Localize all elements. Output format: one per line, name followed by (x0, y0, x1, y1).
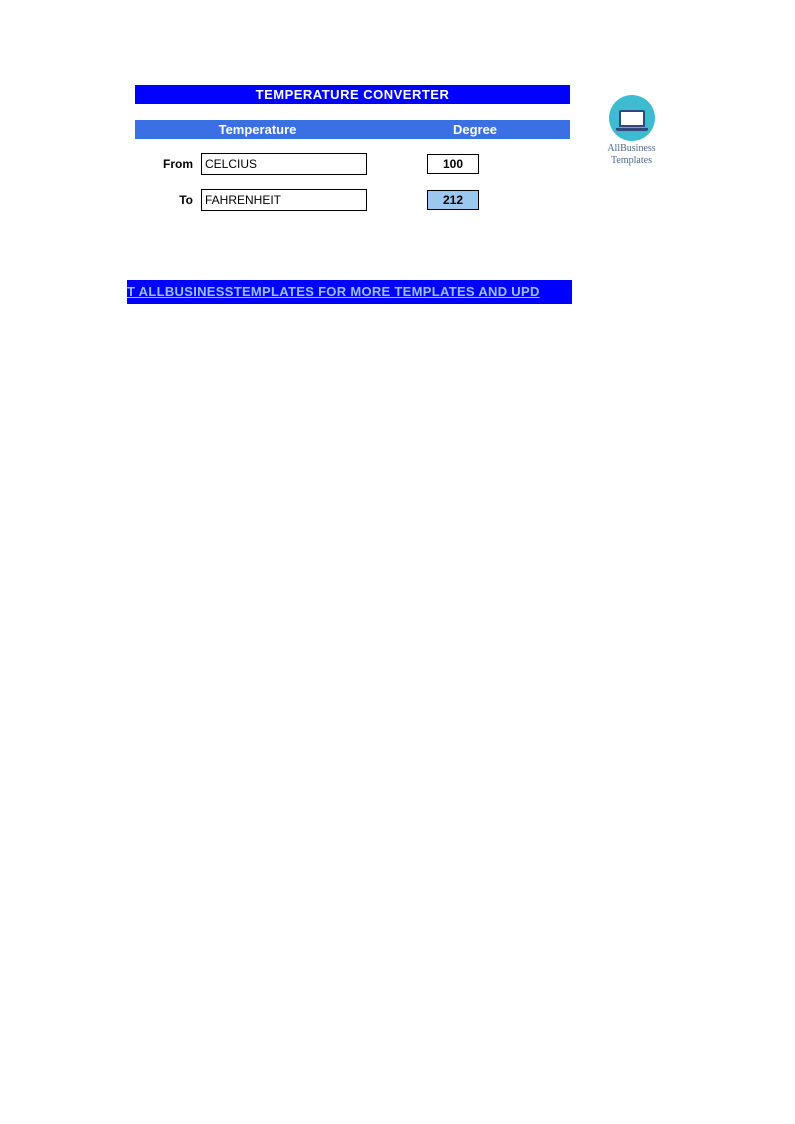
to-value-text: 212 (443, 193, 463, 207)
from-value-text: 100 (443, 157, 463, 171)
to-unit-input[interactable]: FAHRENHEIT (201, 189, 367, 211)
from-unit-input[interactable]: CELCIUS (201, 153, 367, 175)
to-value-output: 212 (427, 190, 479, 210)
logo-icon (609, 95, 655, 141)
converter-panel: TEMPERATURE CONVERTER Temperature Degree… (135, 85, 570, 211)
from-row: From CELCIUS 100 (135, 153, 570, 175)
logo-text: AllBusiness Templates (594, 143, 669, 166)
logo-line2: Templates (611, 155, 652, 166)
to-unit-text: FAHRENHEIT (205, 193, 281, 207)
title-bar: TEMPERATURE CONVERTER (135, 85, 570, 104)
footer-bar: T ALLBUSINESSTEMPLATES FOR MORE TEMPLATE… (127, 280, 572, 304)
logo-area[interactable]: AllBusiness Templates (594, 95, 669, 166)
header-degree: Degree (380, 122, 570, 137)
from-value-input[interactable]: 100 (427, 154, 479, 174)
to-row: To FAHRENHEIT 212 (135, 189, 570, 211)
from-unit-text: CELCIUS (205, 157, 257, 171)
header-row: Temperature Degree (135, 120, 570, 139)
from-label: From (135, 157, 201, 171)
footer-link[interactable]: T ALLBUSINESSTEMPLATES FOR MORE TEMPLATE… (127, 284, 540, 299)
to-label: To (135, 193, 201, 207)
header-temperature: Temperature (135, 122, 380, 137)
logo-line1: AllBusiness (607, 143, 655, 154)
